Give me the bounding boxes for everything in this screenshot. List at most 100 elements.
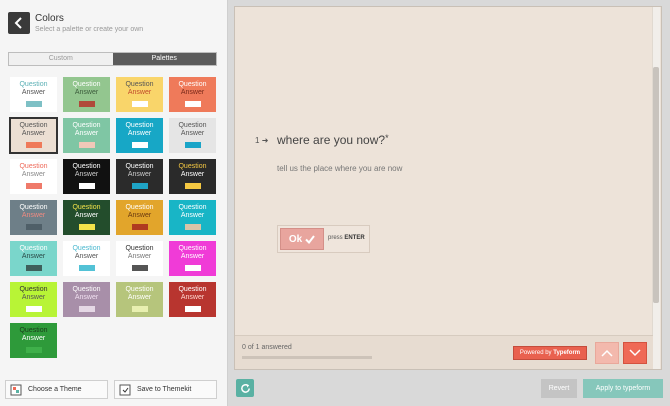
palette-tile[interactable]: Question Answer bbox=[10, 159, 57, 194]
palette-tile[interactable]: Question Answer bbox=[63, 200, 110, 235]
palette-tile[interactable]: Question Answer bbox=[10, 323, 57, 358]
palette-button-swatch bbox=[131, 101, 148, 107]
apply-button[interactable]: Apply to typeform bbox=[583, 379, 663, 398]
ok-button[interactable]: Ok bbox=[280, 228, 324, 250]
palette-tile[interactable]: Question Answer bbox=[63, 241, 110, 276]
palette-question-label: Question bbox=[72, 286, 101, 293]
palette-tile[interactable]: Question Answer bbox=[10, 282, 57, 317]
palette-tile[interactable]: Question Answer bbox=[169, 118, 216, 153]
palette-tile[interactable]: Question Answer bbox=[169, 77, 216, 112]
palette-answer-label: Answer bbox=[180, 171, 205, 178]
palette-button-swatch bbox=[131, 265, 148, 271]
refresh-preview-button[interactable] bbox=[236, 379, 254, 397]
palette-question-label: Question bbox=[72, 204, 101, 211]
palette-tile[interactable]: Question Answer bbox=[169, 200, 216, 235]
palette-tile[interactable]: Question Answer bbox=[9, 117, 58, 154]
progress-text: 0 of 1 answered bbox=[242, 344, 292, 351]
palette-question-label: Question bbox=[72, 122, 101, 129]
palette-answer-label: Answer bbox=[127, 171, 152, 178]
palette-button-swatch bbox=[25, 183, 42, 189]
ok-area: Ok press ENTER bbox=[277, 225, 370, 253]
palette-tile[interactable]: Question Answer bbox=[169, 241, 216, 276]
palette-tile[interactable]: Question Answer bbox=[63, 118, 110, 153]
save-themekit-button[interactable]: Save to Themekit bbox=[114, 380, 217, 399]
palette-button-swatch bbox=[184, 183, 201, 189]
tab-palettes[interactable]: Palettes bbox=[112, 53, 216, 65]
palette-button-swatch bbox=[25, 347, 42, 353]
palette-button-swatch bbox=[25, 224, 42, 230]
palette-tile[interactable]: Question Answer bbox=[10, 77, 57, 112]
palette-button-swatch bbox=[184, 306, 201, 312]
palette-tile[interactable]: Question Answer bbox=[116, 282, 163, 317]
palette-question-label: Question bbox=[19, 163, 48, 170]
palette-tile[interactable]: Question Answer bbox=[116, 241, 163, 276]
palette-tile[interactable]: Question Answer bbox=[63, 159, 110, 194]
palette-question-label: Question bbox=[19, 327, 48, 334]
palette-question-label: Question bbox=[178, 286, 207, 293]
palette-panel: Colors Select a palette or create your o… bbox=[0, 0, 228, 406]
palette-tile[interactable]: Question Answer bbox=[10, 200, 57, 235]
chevron-left-icon bbox=[14, 17, 22, 29]
palette-question-label: Question bbox=[19, 81, 48, 88]
palette-question-label: Question bbox=[72, 81, 101, 88]
palette-answer-label: Answer bbox=[21, 294, 46, 301]
palette-button-swatch bbox=[184, 265, 201, 271]
palette-question-label: Question bbox=[72, 163, 101, 170]
palette-question-label: Question bbox=[72, 245, 101, 252]
palette-answer-label: Answer bbox=[21, 89, 46, 96]
next-question-button[interactable] bbox=[623, 342, 647, 364]
press-enter-hint: press ENTER bbox=[328, 235, 365, 241]
progress-bar bbox=[242, 356, 372, 359]
palette-answer-label: Answer bbox=[180, 130, 205, 137]
palette-tile[interactable]: Question Answer bbox=[116, 118, 163, 153]
back-button[interactable] bbox=[8, 12, 30, 34]
palette-button-swatch bbox=[184, 224, 201, 230]
palette-button-swatch bbox=[78, 306, 95, 312]
palette-tile[interactable]: Question Answer bbox=[169, 159, 216, 194]
palette-answer-label: Answer bbox=[74, 171, 99, 178]
preview-scrollbar[interactable] bbox=[652, 7, 660, 369]
powered-by-badge[interactable]: Powered by Typeform bbox=[513, 346, 587, 360]
palette-answer-label: Answer bbox=[74, 294, 99, 301]
palette-question-label: Question bbox=[125, 286, 154, 293]
palette-answer-label: Answer bbox=[21, 253, 46, 260]
palette-question-label: Question bbox=[19, 122, 48, 129]
revert-button[interactable]: Revert bbox=[541, 379, 577, 398]
check-icon bbox=[305, 234, 315, 244]
palette-answer-label: Answer bbox=[127, 130, 152, 137]
palette-answer-label: Answer bbox=[127, 89, 152, 96]
scroll-thumb[interactable] bbox=[653, 67, 659, 303]
panel-title: Colors bbox=[35, 13, 64, 24]
palette-question-label: Question bbox=[178, 245, 207, 252]
palette-answer-label: Answer bbox=[74, 253, 99, 260]
palette-tile[interactable]: Question Answer bbox=[169, 282, 216, 317]
palette-button-swatch bbox=[184, 101, 201, 107]
palette-answer-label: Answer bbox=[74, 212, 99, 219]
choose-theme-label: Choose a Theme bbox=[28, 386, 82, 393]
palette-question-label: Question bbox=[125, 122, 154, 129]
palette-tile[interactable]: Question Answer bbox=[63, 282, 110, 317]
palette-tile[interactable]: Question Answer bbox=[63, 77, 110, 112]
palette-question-label: Question bbox=[19, 245, 48, 252]
arrow-right-icon: ➜ bbox=[261, 136, 269, 145]
palette-tile[interactable]: Question Answer bbox=[116, 159, 163, 194]
tab-custom[interactable]: Custom bbox=[9, 53, 113, 65]
palette-tile[interactable]: Question Answer bbox=[10, 241, 57, 276]
palette-button-swatch bbox=[131, 142, 148, 148]
palette-question-label: Question bbox=[125, 245, 154, 252]
palette-answer-label: Answer bbox=[21, 212, 46, 219]
palette-answer-label: Answer bbox=[74, 89, 99, 96]
palette-tile[interactable]: Question Answer bbox=[116, 77, 163, 112]
palette-answer-label: Answer bbox=[180, 212, 205, 219]
palette-button-swatch bbox=[78, 142, 95, 148]
palette-tile[interactable]: Question Answer bbox=[116, 200, 163, 235]
palette-button-swatch bbox=[78, 224, 95, 230]
typeform-preview: 1 ➜ where are you now?* tell us the plac… bbox=[234, 6, 662, 370]
prev-question-button[interactable] bbox=[595, 342, 619, 364]
palette-button-swatch bbox=[25, 142, 42, 148]
palette-button-swatch bbox=[131, 183, 148, 189]
choose-theme-button[interactable]: Choose a Theme bbox=[5, 380, 108, 399]
palette-answer-label: Answer bbox=[21, 171, 46, 178]
palette-answer-label: Answer bbox=[74, 130, 99, 137]
palette-answer-label: Answer bbox=[21, 335, 46, 342]
